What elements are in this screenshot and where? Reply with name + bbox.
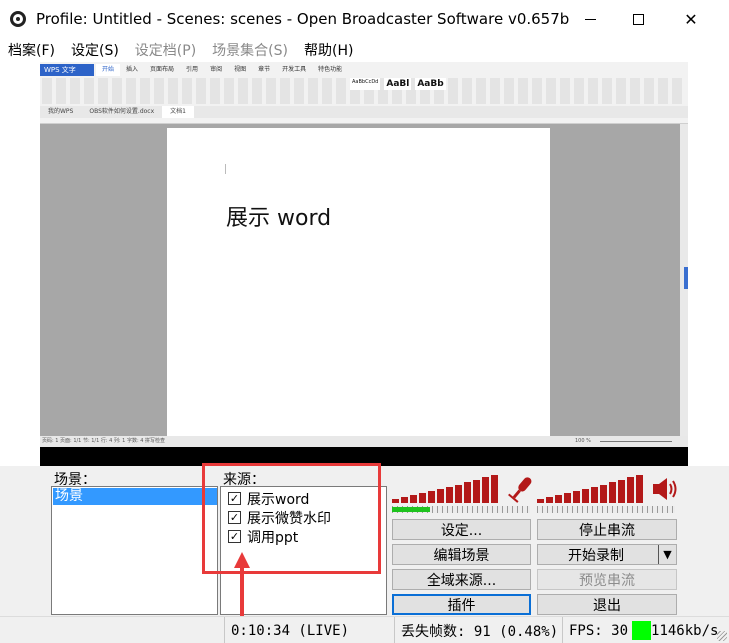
plugins-button[interactable]: 插件 — [392, 594, 531, 615]
status-bar: 0:10:34 (LIVE) 丢失帧数: 91 (0.48%) FPS: 30 … — [0, 616, 729, 643]
minimize-icon — [584, 18, 596, 20]
wps-scroll-thumb — [684, 267, 688, 289]
wps-tab: 章节 — [258, 66, 271, 73]
menu-file[interactable]: 档案(F) — [0, 40, 63, 60]
dropped-frames-text: 丢失帧数: 91 (0.48%) — [401, 623, 559, 640]
exit-button[interactable]: 退出 — [537, 594, 677, 615]
dropped-frames: 丢失帧数: 91 (0.48%) — [394, 617, 562, 643]
mic-level-fill — [392, 507, 430, 512]
wps-tab: 引用 — [186, 66, 199, 73]
wps-doc-tab: OBS软件如何设置.docx — [89, 108, 155, 115]
bitrate-text: 1146kb/s — [651, 622, 719, 639]
wps-tab: 特色功能 — [318, 66, 343, 73]
wps-document-area: 展示 word — [40, 124, 680, 436]
highlight-annotation-box — [202, 463, 381, 574]
menu-scene-collection[interactable]: 场景集合(S) — [204, 40, 296, 60]
menu-settings[interactable]: 设定(S) — [63, 40, 127, 60]
wps-status-text: 页码: 1 页面: 1/1 节: 1/1 行: 4 列: 1 字数: 4 拼写检… — [42, 438, 165, 444]
global-sources-button[interactable]: 全域来源... — [392, 569, 531, 590]
menu-help[interactable]: 帮助(H) — [296, 40, 361, 60]
stop-stream-button[interactable]: 停止串流 — [537, 519, 677, 540]
wps-style: AaBl — [384, 78, 412, 90]
wps-doc-tab: 文档1 — [162, 106, 194, 118]
menu-bar: 档案(F) 设定(S) 设定档(P) 场景集合(S) 帮助(H) — [0, 38, 729, 62]
wps-zoom-slider — [600, 441, 672, 442]
scene-item[interactable]: 场景 — [53, 488, 217, 505]
preview-stream-button[interactable]: 预览串流 — [537, 569, 677, 590]
wps-logo: WPS 文字 — [40, 64, 94, 76]
wps-style: AaBbCcDd — [350, 78, 381, 90]
document-page: 展示 word — [167, 128, 550, 436]
speaker-icon[interactable] — [651, 476, 679, 502]
wps-zoom: 100 % — [575, 438, 591, 444]
stream-time: 0:10:34 (LIVE) — [224, 617, 394, 643]
stream-health-indicator — [632, 621, 652, 640]
close-icon: ✕ — [684, 9, 698, 29]
obs-app-icon — [10, 11, 26, 27]
text-cursor-mark — [225, 164, 226, 174]
maximize-button[interactable] — [615, 0, 661, 38]
wps-tab: 开始 — [96, 64, 121, 76]
wps-tabs: 开始 插入 页面布局 引用 审阅 视图 章节 开发工具 特色功能 — [96, 64, 348, 76]
fps-bitrate: FPS: 30 1146kb/s — [562, 617, 729, 643]
wps-tab: 插入 — [126, 66, 139, 73]
wps-toolbar: WPS 文字 开始 插入 页面布局 引用 审阅 视图 章节 开发工具 特色功能 … — [40, 62, 688, 124]
minimize-button[interactable] — [567, 0, 613, 38]
wps-style-gallery: AaBbCcDd AaBl AaBb — [350, 78, 446, 90]
fps-text: FPS: 30 — [569, 622, 629, 639]
stream-time-text: 0:10:34 (LIVE) — [231, 622, 350, 639]
preview-area[interactable]: WPS 文字 开始 插入 页面布局 引用 审阅 视图 章节 开发工具 特色功能 … — [40, 62, 688, 466]
document-text: 展示 word — [226, 206, 332, 231]
wps-tab: 视图 — [234, 66, 247, 73]
desktop-volume-meter — [537, 473, 647, 503]
wps-doc-tab: 我的WPS — [48, 108, 74, 115]
start-recording-label: 开始录制 — [568, 547, 624, 564]
start-recording-button[interactable]: 开始录制 ▼ — [537, 544, 677, 565]
wps-style: AaBb — [415, 78, 446, 90]
close-button[interactable]: ✕ — [668, 0, 714, 38]
edit-scene-button[interactable]: 编辑场景 — [392, 544, 531, 565]
menu-profiles[interactable]: 设定档(P) — [127, 40, 204, 60]
chevron-down-icon[interactable]: ▼ — [658, 545, 676, 564]
wps-tab: 开发工具 — [282, 66, 307, 73]
resize-grip-icon[interactable] — [717, 631, 727, 641]
desktop-level-track — [537, 506, 675, 513]
wps-status-bar: 页码: 1 页面: 1/1 节: 1/1 行: 4 列: 1 字数: 4 拼写检… — [40, 436, 688, 447]
settings-button[interactable]: 设定... — [392, 519, 531, 540]
wps-tab: 审阅 — [210, 66, 223, 73]
mic-volume-meter — [392, 473, 502, 503]
scenes-list[interactable]: 场景 — [51, 486, 218, 615]
window-title: Profile: Untitled - Scenes: scenes - Ope… — [36, 10, 570, 28]
title-bar: Profile: Untitled - Scenes: scenes - Ope… — [0, 0, 729, 38]
microphone-icon[interactable] — [506, 473, 536, 505]
wps-tab: 页面布局 — [150, 66, 175, 73]
wps-document-tabs: 我的WPS OBS软件如何设置.docx 文档1 — [40, 106, 688, 118]
annotation-arrow-icon — [234, 552, 250, 616]
maximize-icon — [632, 13, 644, 25]
